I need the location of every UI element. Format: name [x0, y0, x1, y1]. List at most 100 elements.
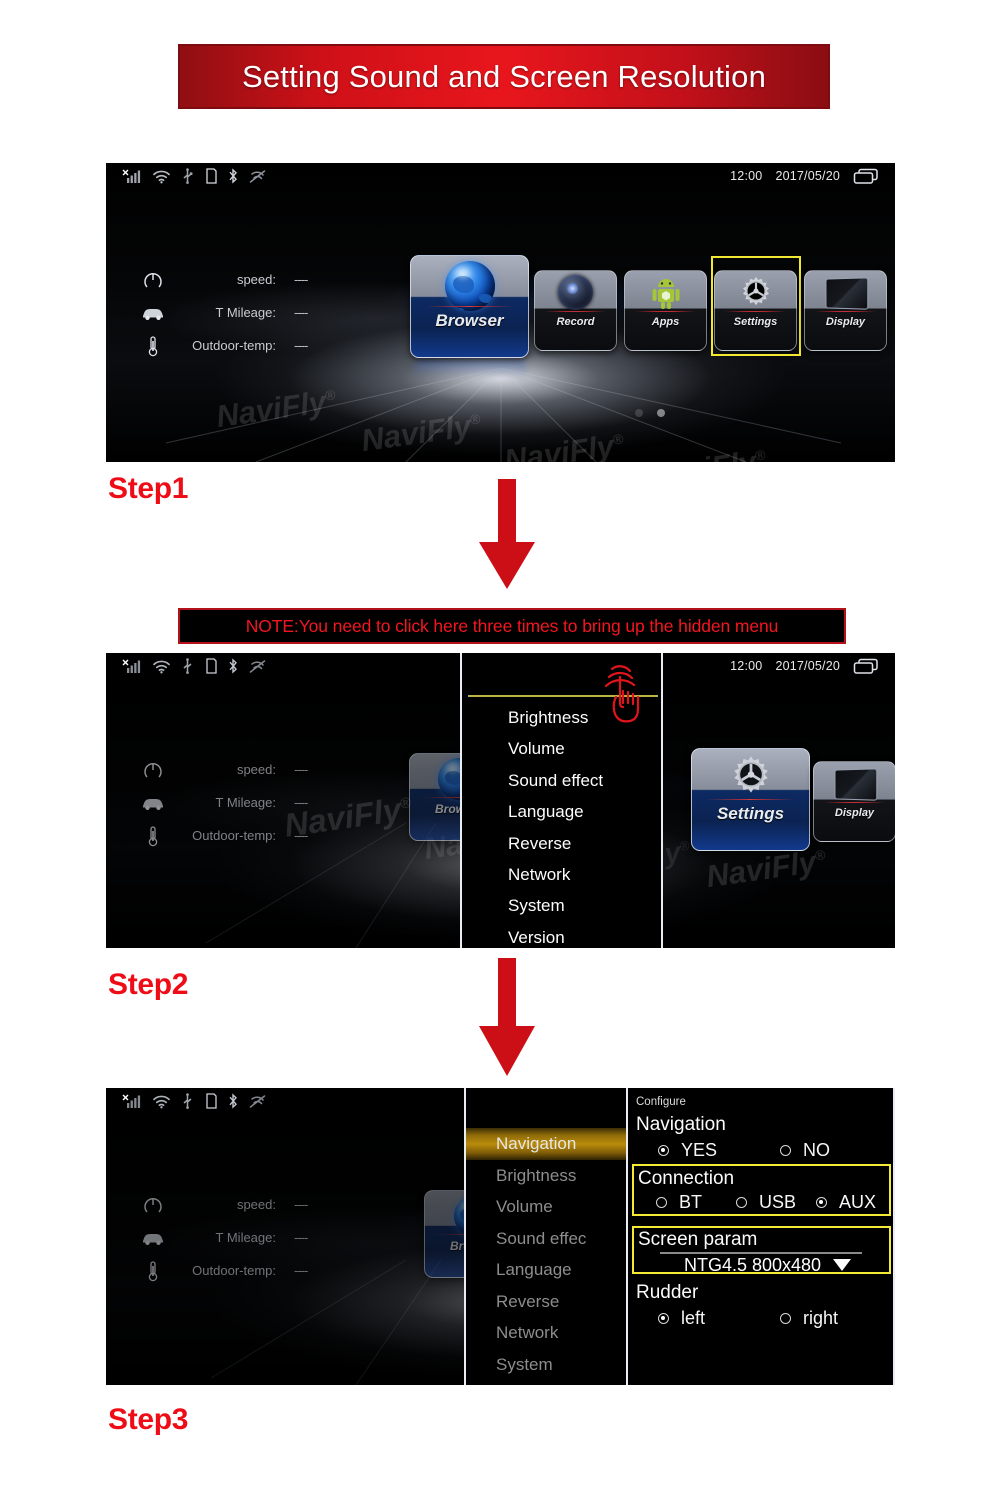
home-tile-apps[interactable]: Apps [624, 270, 707, 351]
status-icons-left [106, 168, 266, 184]
info-value-outdoor-temp: ---- [294, 828, 308, 843]
info-row-mileage: T Mileage: ---- [138, 296, 308, 329]
hidden-menu-item-system[interactable]: System [508, 890, 603, 921]
status-time: 12:00 [730, 169, 763, 183]
hidden-menu-item-volume[interactable]: Volume [508, 733, 603, 764]
sd-card-icon [206, 1093, 217, 1109]
radio-bt[interactable] [656, 1197, 667, 1208]
connection-option-aux[interactable]: AUX [816, 1192, 876, 1213]
radio-no[interactable] [780, 1145, 791, 1156]
settings-tile-highlight [711, 256, 801, 356]
hidden-menu-item-brightness[interactable]: Brightness [508, 702, 603, 733]
settings-tile-bottom: Settings [692, 796, 809, 850]
settings-menu-item-language[interactable]: Language [466, 1254, 626, 1286]
radio-left[interactable] [658, 1313, 669, 1324]
info-label-outdoor-temp: Outdoor-temp: [192, 828, 276, 843]
radio-right[interactable] [780, 1313, 791, 1324]
apps-tile-top [625, 271, 706, 309]
usb-icon [183, 1093, 192, 1109]
info-value-outdoor-temp: ---- [294, 1263, 308, 1278]
status-icons-left [106, 658, 266, 674]
settings-menu-panel: Navigation Brightness Volume Sound effec… [466, 1088, 626, 1385]
settings-menu-item-reverse[interactable]: Reverse [466, 1286, 626, 1318]
status-date: 2017/05/20 [775, 169, 840, 183]
home-tile-label: Apps [651, 316, 680, 329]
settings-tile-top [692, 749, 809, 796]
rudder-option-label: left [681, 1308, 706, 1328]
signal-no-service-icon [122, 1094, 141, 1108]
thermometer-icon [138, 335, 168, 357]
info-value-speed: ---- [294, 272, 308, 287]
car-icon [138, 795, 168, 811]
camera-icon [558, 275, 593, 311]
triple-tap-hand-icon [604, 665, 640, 723]
connection-option-usb[interactable]: USB [736, 1192, 816, 1213]
chevron-down-icon[interactable] [833, 1259, 852, 1271]
speedometer-icon [138, 269, 168, 291]
navigation-option-label: YES [681, 1140, 718, 1160]
page-title-banner: Setting Sound and Screen Resolution [178, 44, 830, 109]
home-tile-display[interactable]: Display [813, 761, 895, 842]
mute-icon [249, 659, 266, 673]
rudder-option-left[interactable]: left [658, 1308, 780, 1329]
rudder-option-label: right [803, 1308, 839, 1328]
vehicle-info-panel: speed: ---- T Mileage: ---- Outdoor-temp… [138, 753, 308, 852]
radio-yes[interactable] [658, 1145, 669, 1156]
monitor-icon [834, 767, 877, 801]
info-label-speed: speed: [236, 1197, 276, 1212]
panel-divider-far-right [893, 1088, 895, 1385]
connection-option-label: BT [679, 1192, 703, 1212]
display-tile-bottom: Display [814, 799, 895, 841]
info-label-outdoor-temp: Outdoor-temp: [192, 338, 276, 353]
step2-head-unit-screen: speed: ---- T Mileage: ---- Outdoor-temp… [106, 653, 895, 948]
settings-menu-item-sound-effect[interactable]: Sound effec [466, 1223, 626, 1255]
home-tile-browser[interactable]: Browser [410, 255, 529, 358]
radio-aux[interactable] [816, 1197, 827, 1208]
thermometer-icon [138, 1260, 168, 1282]
recent-apps-icon[interactable] [853, 658, 879, 675]
vehicle-info-panel: speed: ---- T Mileage: ---- Outdoor-temp… [138, 263, 308, 362]
home-tile-settings[interactable]: Settings [691, 748, 810, 851]
home-tile-label: Record [556, 316, 595, 329]
info-row-outdoor-temp: Outdoor-temp: ---- [138, 1254, 308, 1287]
navigation-option-no[interactable]: NO [780, 1140, 830, 1161]
hidden-menu-item-sound-effect[interactable]: Sound effect [508, 765, 603, 796]
wifi-icon [153, 170, 170, 183]
bluetooth-icon [229, 1093, 237, 1109]
usb-icon [183, 658, 192, 674]
vehicle-info-panel: speed: ---- T Mileage: ---- Outdoor-temp… [138, 1188, 308, 1287]
home-tile-label: Browser [435, 311, 504, 331]
settings-menu-list: Navigation Brightness Volume Sound effec… [466, 1128, 626, 1380]
screen-param-title: Screen param [638, 1229, 758, 1250]
rudder-option-right[interactable]: right [780, 1308, 838, 1329]
navigation-option-yes[interactable]: YES [658, 1140, 780, 1161]
info-row-speed: speed: ---- [138, 753, 308, 786]
info-row-mileage: T Mileage: ---- [138, 786, 308, 819]
radio-usb[interactable] [736, 1197, 747, 1208]
navigation-options: YES NO [658, 1140, 895, 1161]
screen-param-value-row[interactable]: NTG4.5 800x480 [660, 1254, 875, 1276]
settings-menu-item-network[interactable]: Network [466, 1317, 626, 1349]
hidden-menu-item-reverse[interactable]: Reverse [508, 828, 603, 859]
home-tile-display[interactable]: Display [804, 270, 887, 351]
settings-menu-item-brightness[interactable]: Brightness [466, 1160, 626, 1192]
browser-tile-reflection [414, 359, 527, 381]
settings-menu-item-navigation[interactable]: Navigation [466, 1128, 626, 1160]
recent-apps-icon[interactable] [853, 168, 879, 185]
connection-section-title: Connection [638, 1168, 735, 1189]
hidden-menu-item-network[interactable]: Network [508, 859, 603, 890]
info-row-speed: speed: ---- [138, 1188, 308, 1221]
connection-option-label: AUX [839, 1192, 877, 1212]
rudder-options: left right [658, 1308, 895, 1329]
info-label-outdoor-temp: Outdoor-temp: [192, 1263, 276, 1278]
settings-menu-item-system[interactable]: System [466, 1349, 626, 1381]
browser-tile-bottom: Browser [411, 303, 528, 357]
hidden-menu-item-language[interactable]: Language [508, 796, 603, 827]
home-tile-label: Display [834, 807, 875, 820]
settings-menu-item-volume[interactable]: Volume [466, 1191, 626, 1223]
record-tile-top [535, 271, 616, 311]
hidden-menu-item-version[interactable]: Version [508, 922, 603, 948]
home-tile-record[interactable]: Record [534, 270, 617, 351]
connection-option-bt[interactable]: BT [656, 1192, 736, 1213]
thermometer-icon [138, 825, 168, 847]
